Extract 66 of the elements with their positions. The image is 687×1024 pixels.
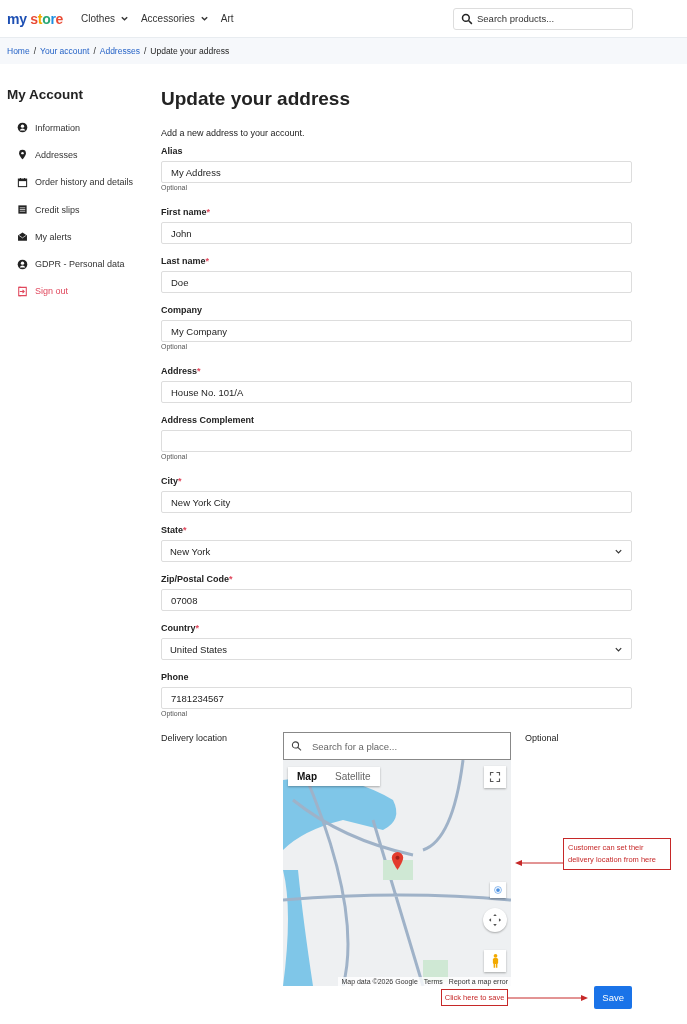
nav-link[interactable]: Art xyxy=(220,13,234,24)
field-label: Company xyxy=(161,304,203,316)
field-label: City* xyxy=(161,475,183,487)
search-field[interactable]: Search products... xyxy=(453,7,633,30)
location-pin-icon xyxy=(17,149,28,161)
select-field[interactable]: United States xyxy=(161,638,632,660)
search-icon xyxy=(291,740,302,752)
input-field[interactable]: John xyxy=(161,222,632,244)
calendar-icon xyxy=(17,176,28,188)
breadcrumb-separator: / xyxy=(143,46,147,56)
field-label: Delivery location xyxy=(161,732,229,744)
select-field[interactable]: New York xyxy=(161,540,632,562)
fullscreen-icon[interactable] xyxy=(484,766,506,788)
breadcrumb-link[interactable]: Home xyxy=(7,46,30,56)
sidebar-item[interactable]: Sign out xyxy=(7,277,161,306)
save-button[interactable]: Save xyxy=(594,986,632,1009)
sign-out-icon xyxy=(17,285,28,297)
breadcrumb-link[interactable]: Addresses xyxy=(99,46,140,56)
map-type-tab[interactable]: Map xyxy=(288,767,326,786)
sidebar-item[interactable]: Order history and details xyxy=(7,168,161,196)
list-icon xyxy=(17,204,28,216)
input-field[interactable]: Doe xyxy=(161,271,632,293)
input-field[interactable]: My Company xyxy=(161,320,632,342)
map-pin-icon[interactable] xyxy=(391,852,404,870)
field-label: Zip/Postal Code* xyxy=(161,573,234,585)
field-label: Phone xyxy=(161,671,190,683)
map-type-tab[interactable]: Satellite xyxy=(326,767,380,786)
field-label: Country* xyxy=(161,622,200,634)
field-label: Address* xyxy=(161,365,202,377)
input-field[interactable] xyxy=(161,430,632,452)
breadcrumb-separator: / xyxy=(93,46,96,56)
input-field[interactable]: House No. 101/A xyxy=(161,381,632,403)
input-field[interactable]: My Address xyxy=(161,161,632,183)
sidebar-item[interactable]: Information xyxy=(7,114,161,142)
page-title: Update your address xyxy=(161,88,351,110)
envelope-icon xyxy=(17,231,28,243)
field-label: Address Complement xyxy=(161,414,256,426)
chevron-down-icon xyxy=(199,14,209,23)
input-field[interactable]: 7181234567 xyxy=(161,687,632,709)
my-location-icon[interactable] xyxy=(490,882,506,898)
field-hint: Optional xyxy=(525,732,559,744)
user-icon xyxy=(17,258,28,270)
sidebar-title: My Account xyxy=(7,87,84,102)
sidebar-item[interactable]: GDPR - Personal data xyxy=(7,250,161,278)
nav-link[interactable]: Clothes xyxy=(81,13,129,24)
sidebar-item[interactable]: My alerts xyxy=(7,223,161,251)
field-label: State* xyxy=(161,524,188,536)
breadcrumb-current: Update your address xyxy=(150,46,230,56)
sidebar-item[interactable]: Addresses xyxy=(7,141,161,169)
search-icon xyxy=(461,12,473,25)
street-view-person-icon[interactable] xyxy=(484,950,506,972)
input-field[interactable]: New York City xyxy=(161,491,632,513)
field-label: Alias xyxy=(161,145,184,157)
breadcrumb-link[interactable]: Your account xyxy=(40,46,90,56)
sidebar-item[interactable]: Credit slips xyxy=(7,195,161,224)
field-label: First name* xyxy=(161,206,212,218)
field-label: Last name* xyxy=(161,255,211,267)
input-field[interactable]: 07008 xyxy=(161,589,632,611)
store-logo[interactable]: my store xyxy=(7,10,64,27)
annotation-arrow xyxy=(515,859,563,867)
form-intro: Add a new address to your account. xyxy=(161,128,306,138)
breadcrumb-separator: / xyxy=(33,46,37,56)
chevron-down-icon xyxy=(119,14,129,23)
nav-link[interactable]: Accessories xyxy=(140,13,209,24)
user-icon xyxy=(17,122,28,134)
place-search-field[interactable]: Search for a place... xyxy=(283,732,511,760)
